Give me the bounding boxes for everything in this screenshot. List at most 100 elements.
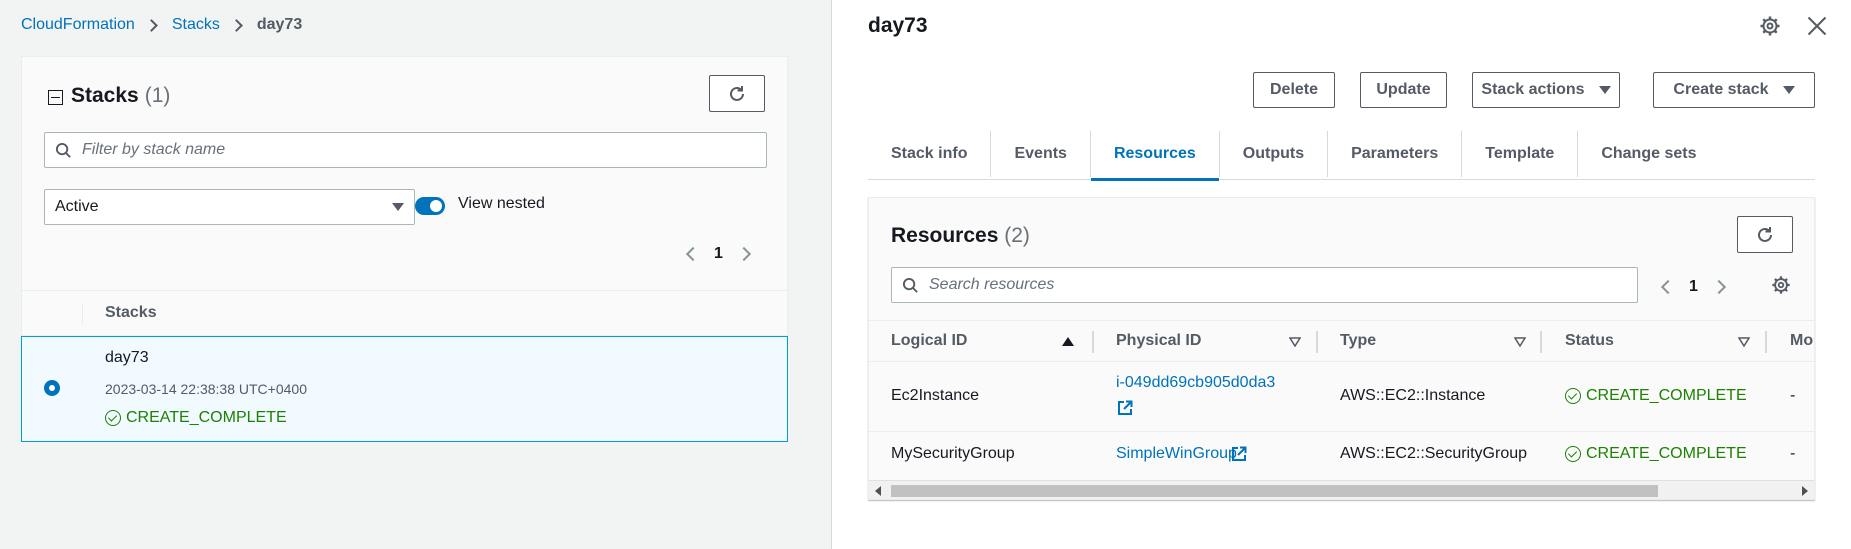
horizontal-scrollbar[interactable] <box>869 480 1814 499</box>
resource-type-cell: AWS::EC2::Instance <box>1340 387 1486 404</box>
resource-type-cell: AWS::EC2::SecurityGroup <box>1340 445 1528 462</box>
status-success-icon <box>1565 446 1581 462</box>
previous-page-icon[interactable] <box>685 246 701 262</box>
stacks-panel-title: Stacks (1) <box>48 84 170 108</box>
stacks-column-header: Stacks <box>105 304 157 321</box>
stacks-pagination: 1 <box>685 245 751 263</box>
stack-created-time: 2023-03-14 22:38:38 UTC+0400 <box>105 381 307 397</box>
settings-gear-icon[interactable] <box>1759 15 1781 37</box>
tab-change-sets[interactable]: Change sets <box>1578 128 1719 180</box>
column-header-logical-id[interactable]: Logical ID <box>891 332 967 350</box>
module-cell: - <box>1790 445 1796 462</box>
column-divider[interactable] <box>1092 331 1094 353</box>
logical-id-cell: Ec2Instance <box>891 387 980 404</box>
resources-count: (2) <box>1004 224 1030 247</box>
resources-title: Resources (2) <box>891 224 1030 248</box>
table-row: Ec2Instance i-049dd69cb905d0da3 AWS::EC2… <box>869 362 1814 432</box>
stack-name: day73 <box>105 349 149 366</box>
caret-down-icon <box>1598 86 1611 94</box>
resources-title-text: Resources <box>891 224 999 247</box>
physical-id-link[interactable]: i-049dd69cb905d0da3 <box>1116 374 1275 392</box>
resource-status-text: CREATE_COMPLETE <box>1586 445 1747 462</box>
next-page-icon[interactable] <box>736 246 751 262</box>
breadcrumb-current: day73 <box>256 16 303 33</box>
sort-icon[interactable] <box>1738 337 1750 347</box>
stack-status: CREATE_COMPLETE <box>105 409 287 427</box>
previous-page-icon[interactable] <box>1660 279 1676 295</box>
breadcrumb-cloudformation[interactable]: CloudFormation <box>21 16 135 34</box>
column-header-module[interactable]: Mo <box>1790 332 1813 350</box>
stack-status-filter[interactable]: Active <box>44 189 415 225</box>
resource-status: CREATE_COMPLETE <box>1565 445 1747 463</box>
scroll-left-icon[interactable] <box>875 486 881 496</box>
tab-parameters[interactable]: Parameters <box>1328 128 1461 180</box>
refresh-stacks-button[interactable] <box>709 75 765 112</box>
resource-status: CREATE_COMPLETE <box>1565 387 1747 405</box>
breadcrumb-stacks[interactable]: Stacks <box>172 16 220 34</box>
current-page[interactable]: 1 <box>714 245 723 263</box>
sort-ascending-icon[interactable] <box>1062 337 1074 346</box>
column-divider[interactable] <box>1540 331 1542 353</box>
status-success-icon <box>105 410 121 426</box>
caret-down-icon <box>1782 86 1795 94</box>
next-page-icon[interactable] <box>1711 279 1726 295</box>
delete-button[interactable]: Delete <box>1253 72 1335 108</box>
close-icon[interactable] <box>1807 16 1827 36</box>
stacks-panel: Stacks (1) Active View nested 1 <box>21 56 788 442</box>
logical-id-cell: MySecurityGroup <box>891 445 1015 462</box>
stack-search-input[interactable] <box>82 141 766 159</box>
column-divider <box>82 303 83 325</box>
refresh-resources-button[interactable] <box>1737 216 1793 253</box>
physical-id-link[interactable]: SimpleWinGroup <box>1116 445 1237 463</box>
stack-search-field[interactable] <box>44 132 767 168</box>
tab-events[interactable]: Events <box>991 128 1089 180</box>
view-nested-toggle[interactable] <box>415 197 445 215</box>
create-stack-label: Create stack <box>1673 81 1769 98</box>
tab-stack-info[interactable]: Stack info <box>868 128 990 180</box>
create-stack-button[interactable]: Create stack <box>1653 72 1815 108</box>
update-button[interactable]: Update <box>1360 72 1447 108</box>
sort-icon[interactable] <box>1514 337 1526 347</box>
tab-outputs[interactable]: Outputs <box>1220 128 1327 180</box>
chevron-right-icon <box>144 18 158 32</box>
column-header-status[interactable]: Status <box>1565 332 1614 350</box>
stacks-pane: CloudFormation Stacks day73 Stacks (1) A… <box>0 0 831 549</box>
table-preferences-gear-icon[interactable] <box>1771 275 1791 295</box>
stack-detail-tabs: Stack info Events Resources Outputs Para… <box>868 128 1815 181</box>
stack-detail-title: day73 <box>868 14 928 37</box>
collapse-icon[interactable] <box>48 90 63 105</box>
resource-status-text: CREATE_COMPLETE <box>1586 387 1747 404</box>
stack-status-text: CREATE_COMPLETE <box>126 409 287 426</box>
resource-search-input[interactable] <box>929 276 1637 294</box>
stack-radio-selected[interactable] <box>44 380 60 396</box>
resource-search-field[interactable] <box>891 267 1638 303</box>
resources-pagination: 1 <box>1660 278 1726 296</box>
scroll-right-icon[interactable] <box>1802 486 1808 496</box>
stack-detail-pane: day73 Delete Update Stack actions Create… <box>832 0 1851 549</box>
column-divider[interactable] <box>1765 331 1767 353</box>
caret-down-icon <box>392 203 404 211</box>
external-link-icon[interactable] <box>1231 446 1247 462</box>
chevron-right-icon <box>229 18 243 32</box>
search-icon <box>902 277 918 293</box>
stacks-title: Stacks <box>71 84 139 107</box>
column-header-type[interactable]: Type <box>1340 332 1376 350</box>
breadcrumb: CloudFormation Stacks day73 <box>21 14 302 36</box>
resources-table-header: Logical ID Physical ID Type Status Mo <box>869 320 1814 362</box>
tab-resources[interactable]: Resources <box>1090 128 1219 181</box>
current-page[interactable]: 1 <box>1689 278 1698 296</box>
stack-actions-button[interactable]: Stack actions <box>1472 72 1620 108</box>
scrollbar-thumb[interactable] <box>891 485 1658 497</box>
resources-panel: Resources (2) 1 <box>868 197 1815 500</box>
search-icon <box>55 142 71 158</box>
stack-status-filter-value: Active <box>55 198 99 215</box>
stacks-count: (1) <box>144 84 171 107</box>
stacks-table-header: Stacks <box>22 290 787 336</box>
tab-template[interactable]: Template <box>1462 128 1577 180</box>
sort-icon[interactable] <box>1289 337 1301 347</box>
table-row[interactable]: day73 2023-03-14 22:38:38 UTC+0400 CREAT… <box>21 336 788 442</box>
delete-button-label: Delete <box>1269 81 1319 98</box>
column-header-physical-id[interactable]: Physical ID <box>1116 332 1201 350</box>
column-divider[interactable] <box>1316 331 1318 353</box>
external-link-icon[interactable] <box>1117 400 1133 416</box>
